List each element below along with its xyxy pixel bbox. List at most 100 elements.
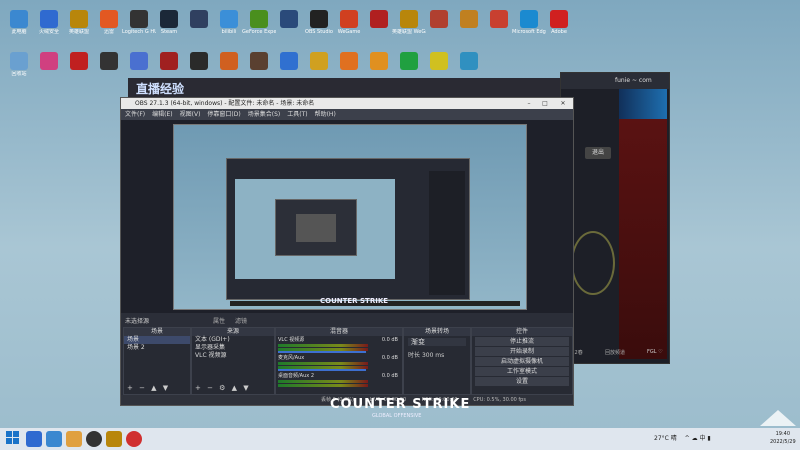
app-icon	[100, 52, 118, 70]
desktop-icon[interactable]	[272, 10, 306, 29]
virtual-camera-button[interactable]: 启动虚拟摄像机	[475, 357, 569, 366]
desktop-icon[interactable]	[122, 52, 156, 71]
menu-item[interactable]: 视图(V)	[180, 111, 201, 118]
app-icon	[400, 52, 418, 70]
desktop-icon[interactable]	[62, 52, 96, 71]
app-icon	[400, 10, 418, 28]
mixer-track[interactable]: 麦克风/Aux 0.0 dB	[276, 354, 402, 372]
menu-item[interactable]: 场景集合(S)	[248, 111, 281, 118]
volume-slider[interactable]	[278, 369, 366, 371]
preview-canvas[interactable]: COUNTER STRIKE	[173, 124, 527, 310]
mixer-track[interactable]: 桌面音频/Aux 2 0.0 dB	[276, 372, 402, 390]
background-app-window[interactable]: funie ~ com 退出 2022春 回放频道 FGL ♡	[560, 72, 670, 364]
source-item[interactable]: 显示器采集	[192, 344, 274, 352]
taskbar-app-icon[interactable]	[126, 431, 142, 447]
background-app-exit-button[interactable]: 退出	[585, 147, 611, 159]
maximize-icon[interactable]: □	[539, 98, 551, 109]
mixer-track[interactable]: VLC 视频源 0.0 dB	[276, 336, 402, 354]
desktop-icon[interactable]: 迅雷	[92, 10, 126, 35]
taskbar-app-icon[interactable]	[26, 431, 42, 447]
menu-item[interactable]: 编辑(E)	[152, 111, 172, 118]
desktop-icon[interactable]	[182, 10, 216, 29]
desktop-icon[interactable]: 英雄联盟 WeGame版	[392, 10, 426, 35]
desktop-icon[interactable]: Steam	[152, 10, 186, 35]
desktop-icon[interactable]	[392, 52, 426, 71]
desktop-icon-label: 英雄联盟 WeGame版	[392, 29, 426, 35]
menu-item[interactable]: 停靠窗口(D)	[207, 111, 240, 118]
desktop-icon[interactable]: 火绒安全	[32, 10, 66, 35]
properties-tab[interactable]: 属性	[213, 318, 225, 325]
filters-tab[interactable]: 滤镜	[235, 318, 247, 325]
desktop-icon[interactable]	[182, 52, 216, 71]
desktop-icon[interactable]: Microsoft Edge	[512, 10, 546, 35]
desktop-icon[interactable]	[32, 52, 66, 71]
desktop-icon[interactable]: 回收站	[2, 52, 36, 77]
obs-window[interactable]: OBS 27.1.3 (64-bit, windows) - 配置文件: 未命名…	[120, 97, 574, 406]
desktop-icon[interactable]: Adobe	[542, 10, 576, 35]
desktop-icon[interactable]	[482, 10, 516, 29]
desktop-icon[interactable]: GeForce Experience	[242, 10, 276, 35]
obs-menubar: 文件(F) 编辑(E) 视图(V) 停靠窗口(D) 场景集合(S) 工具(T) 帮助(H)	[121, 109, 573, 120]
transition-select[interactable]: 渐变	[408, 338, 466, 346]
app-icon	[370, 52, 388, 70]
desktop-icon[interactable]	[422, 10, 456, 29]
desktop-icon[interactable]	[212, 52, 246, 71]
volume-slider[interactable]	[278, 351, 366, 353]
menu-item[interactable]: 帮助(H)	[315, 111, 336, 118]
desktop-icon[interactable]: Logitech G HUB	[122, 10, 156, 35]
desktop-icon[interactable]: OBS Studio	[302, 10, 336, 35]
duration-row[interactable]: 时长 300 ms	[404, 348, 470, 361]
desktop-icon[interactable]	[332, 52, 366, 71]
scene-item[interactable]: 场景 2	[124, 344, 190, 352]
desktop-icon[interactable]	[242, 52, 276, 71]
clock[interactable]: 19:40 2022/5/29	[770, 430, 796, 446]
obs-titlebar[interactable]: OBS 27.1.3 (64-bit, windows) - 配置文件: 未命名…	[121, 98, 573, 109]
taskbar-app-icon[interactable]	[106, 431, 122, 447]
desktop-icon[interactable]	[92, 52, 126, 71]
source-item[interactable]: 文本 (GDI+)	[192, 336, 274, 344]
source-item[interactable]: VLC 视频源	[192, 352, 274, 360]
app-icon	[310, 10, 328, 28]
desktop-icon[interactable]	[362, 10, 396, 29]
settings-button[interactable]: 设置	[475, 377, 569, 386]
desktop-icon[interactable]	[152, 52, 186, 71]
tray-icons[interactable]: ^ ☁ 中 ▮	[685, 435, 711, 442]
app-icon	[550, 10, 568, 28]
minimize-icon[interactable]: –	[523, 98, 535, 109]
preview-area[interactable]: COUNTER STRIKE	[121, 120, 573, 313]
menu-item[interactable]: 文件(F)	[125, 111, 145, 118]
desktop-icon[interactable]: 此电脑	[2, 10, 36, 35]
system-tray[interactable]: 27°C 晴 ^ ☁ 中 ▮	[654, 433, 711, 442]
scene-item[interactable]: 场景	[124, 336, 190, 344]
close-icon[interactable]: ✕	[557, 98, 569, 109]
start-icon[interactable]	[6, 431, 22, 447]
menu-item[interactable]: 工具(T)	[287, 111, 307, 118]
app-icon	[160, 52, 178, 70]
desktop-icon-label: GeForce Experience	[242, 29, 276, 35]
app-icon	[10, 10, 28, 28]
desktop-icon[interactable]	[362, 52, 396, 71]
weather[interactable]: 27°C 晴	[654, 435, 677, 442]
studio-mode-button[interactable]: 工作室模式	[475, 367, 569, 376]
stop-streaming-button[interactable]: 停止推流	[475, 337, 569, 346]
desktop-icon[interactable]	[302, 52, 336, 71]
duration-value[interactable]: 300 ms	[422, 352, 444, 359]
app-icon	[520, 10, 538, 28]
obs-taskbar-icon[interactable]	[86, 431, 102, 447]
sources-toolbar[interactable]: + − ⚙ ▲ ▼	[195, 384, 251, 392]
desktop-icon[interactable]: 英雄联盟	[62, 10, 96, 35]
desktop-icon[interactable]	[452, 10, 486, 29]
scenes-toolbar[interactable]: + − ▲ ▼	[127, 384, 170, 392]
desktop-icon[interactable]: WeGame	[332, 10, 366, 35]
desktop-icon[interactable]	[272, 52, 306, 71]
background-app-footer-right: 回放频道	[605, 350, 626, 356]
taskbar-app-icon[interactable]	[46, 431, 62, 447]
desktop-icon[interactable]	[422, 52, 456, 71]
desktop-icon[interactable]	[452, 52, 486, 71]
start-recording-button[interactable]: 开始录制	[475, 347, 569, 356]
taskbar-app-icon[interactable]	[66, 431, 82, 447]
track-name: 桌面音频/Aux 2	[278, 373, 315, 379]
app-icon	[70, 52, 88, 70]
desktop-icon[interactable]: bilibili	[212, 10, 246, 35]
sources-header: 来源	[192, 328, 274, 336]
